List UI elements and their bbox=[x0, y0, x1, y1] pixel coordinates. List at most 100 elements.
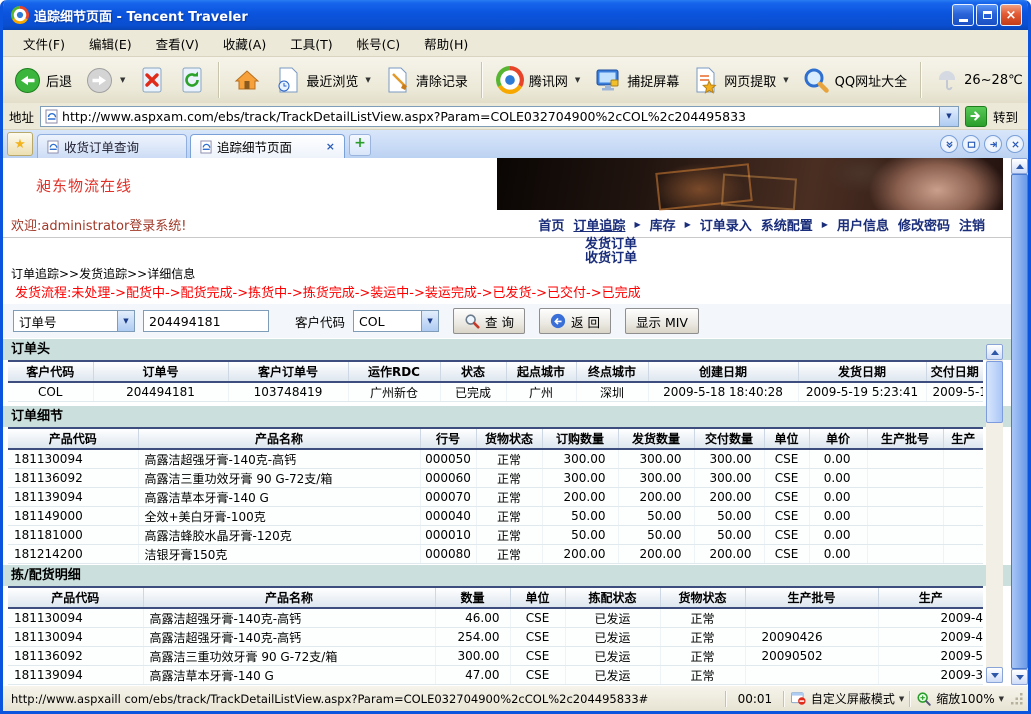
nav-order-entry[interactable]: 订单录入 bbox=[700, 215, 752, 234]
cell: 200.00 bbox=[694, 545, 764, 564]
return-button[interactable]: 返 回 bbox=[539, 308, 611, 334]
restore-button[interactable] bbox=[976, 4, 998, 26]
menu-tools[interactable]: 工具(T) bbox=[278, 31, 344, 56]
favorites-button[interactable]: ★ bbox=[7, 132, 33, 156]
resize-grip[interactable] bbox=[1010, 692, 1024, 706]
menu-edit[interactable]: 编辑(E) bbox=[77, 31, 144, 56]
nav-system-config[interactable]: 系统配置 bbox=[761, 215, 813, 234]
block-mode-control[interactable]: 自定义屏蔽模式 ▼ bbox=[790, 690, 904, 707]
browser-scrollbar[interactable] bbox=[1011, 158, 1028, 685]
page-icon bbox=[47, 140, 59, 154]
cell: 181136092 bbox=[8, 647, 143, 666]
capture-screen-button[interactable]: 捕捉屏幕 bbox=[589, 64, 684, 97]
nav-user-info[interactable]: 用户信息 bbox=[837, 215, 889, 234]
zoom-control[interactable]: 缩放100% ▼ bbox=[916, 690, 1004, 707]
zoom-caret-icon[interactable]: ▼ bbox=[999, 695, 1004, 703]
customer-code-select[interactable]: COL ▼ bbox=[353, 310, 439, 332]
minimize-button[interactable] bbox=[952, 4, 974, 26]
col-header: 创建日期 bbox=[648, 361, 798, 382]
scroll-down-button[interactable] bbox=[1011, 669, 1028, 685]
toolbar-separator bbox=[481, 62, 483, 98]
restore-tab-button[interactable] bbox=[962, 135, 980, 153]
cell: COL bbox=[8, 382, 93, 402]
go-button[interactable] bbox=[965, 106, 987, 127]
block-mode-caret-icon[interactable]: ▼ bbox=[899, 695, 904, 703]
collapse-tabs-button[interactable] bbox=[940, 135, 958, 153]
cell: 181214200 bbox=[8, 545, 138, 564]
go-label[interactable]: 转到 bbox=[993, 107, 1018, 126]
menu-file[interactable]: 文件(F) bbox=[11, 31, 77, 56]
recent-button[interactable]: 最近浏览 ▼ bbox=[270, 63, 375, 97]
address-url[interactable]: http://www.aspxam.com/ebs/track/TrackDet… bbox=[62, 109, 939, 124]
close-tab-button[interactable] bbox=[1006, 135, 1024, 153]
tencent-caret-icon[interactable]: ▼ bbox=[575, 76, 580, 84]
menu-favorites[interactable]: 收藏(A) bbox=[211, 31, 278, 56]
menu-account[interactable]: 帐号(C) bbox=[345, 31, 412, 56]
search-button[interactable]: 查 询 bbox=[453, 308, 525, 334]
forward-caret-icon[interactable]: ▼ bbox=[120, 76, 125, 84]
nav-change-password[interactable]: 修改密码 bbox=[898, 215, 950, 234]
tab-receive-order-query[interactable]: 收货订单查询 bbox=[37, 134, 187, 158]
page-scrollbar[interactable] bbox=[986, 344, 1003, 683]
cell: 正常 bbox=[660, 647, 745, 666]
show-miv-button[interactable]: 显示 MIV bbox=[625, 308, 699, 334]
scrollbar-thumb[interactable] bbox=[1011, 174, 1028, 669]
clear-history-button[interactable]: 清除记录 bbox=[380, 63, 473, 97]
cell: 300.00 bbox=[694, 469, 764, 488]
table-row: 181136092高露洁三重功效牙膏 90 G-72支/箱000060正常300… bbox=[8, 469, 983, 488]
refresh-button[interactable] bbox=[174, 63, 210, 97]
cell: 洁银牙膏150克 bbox=[138, 545, 420, 564]
stop-button[interactable] bbox=[134, 63, 170, 97]
order-no-input[interactable] bbox=[143, 310, 269, 332]
page-extract-button[interactable]: 网页提取 ▼ bbox=[688, 63, 793, 97]
subnav-receive-orders[interactable]: 收货订单 bbox=[585, 252, 637, 266]
cell: CSE bbox=[510, 647, 565, 666]
cell: 181181000 bbox=[8, 526, 138, 545]
site-brand: 昶东物流在线 bbox=[36, 175, 132, 196]
scroll-up-button[interactable] bbox=[1011, 158, 1028, 174]
close-button[interactable]: × bbox=[1000, 4, 1022, 26]
tab-close-icon[interactable]: × bbox=[326, 140, 335, 153]
home-button[interactable] bbox=[228, 64, 266, 96]
return-icon bbox=[550, 313, 566, 329]
address-field[interactable]: http://www.aspxam.com/ebs/track/TrackDet… bbox=[40, 106, 959, 127]
pin-tab-button[interactable] bbox=[984, 135, 1002, 153]
tencent-site-button[interactable]: 腾讯网 ▼ bbox=[491, 63, 585, 97]
nav-home[interactable]: 首页 bbox=[538, 215, 564, 234]
status-divider bbox=[725, 691, 727, 707]
select-caret-icon[interactable]: ▼ bbox=[117, 311, 134, 331]
weather-indicator[interactable]: 26~28℃ bbox=[930, 64, 1028, 96]
scroll-up-button[interactable] bbox=[986, 344, 1003, 360]
order-header-table: 客户代码 订单号 客户订单号 运作RDC 状态 起点城市 终点城市 创建日期 发… bbox=[8, 360, 983, 402]
qq-sites-button[interactable]: QQ网址大全 bbox=[798, 64, 912, 97]
app-logo-icon bbox=[11, 6, 29, 24]
cell: 正常 bbox=[476, 507, 542, 526]
scroll-down-button[interactable] bbox=[986, 667, 1003, 683]
nav-order-track[interactable]: 订单追踪 bbox=[573, 215, 625, 234]
cell: 高露洁草本牙膏-140 G bbox=[143, 666, 435, 685]
tab-label: 追踪细节页面 bbox=[217, 137, 292, 156]
menu-view[interactable]: 查看(V) bbox=[144, 31, 211, 56]
col-header: 单位 bbox=[510, 587, 565, 608]
address-dropdown-icon[interactable]: ▼ bbox=[939, 107, 958, 126]
clear-label: 清除记录 bbox=[416, 71, 468, 90]
back-button[interactable]: 后退 bbox=[9, 64, 77, 97]
cell: 2009-4 bbox=[878, 628, 983, 647]
subnav-ship-orders[interactable]: 发货订单 bbox=[585, 238, 637, 252]
nav-logout[interactable]: 注销 bbox=[959, 215, 985, 234]
col-header: 拣配状态 bbox=[565, 587, 660, 608]
menu-help[interactable]: 帮助(H) bbox=[412, 31, 480, 56]
forward-button[interactable]: ▼ bbox=[81, 64, 130, 97]
order-field-select[interactable]: 订单号 ▼ bbox=[13, 310, 135, 332]
extract-caret-icon[interactable]: ▼ bbox=[783, 76, 788, 84]
zoom-icon bbox=[916, 691, 932, 707]
scrollbar-thumb[interactable] bbox=[986, 361, 1003, 423]
tab-track-detail[interactable]: 追踪细节页面 × bbox=[190, 134, 345, 158]
cell: 正常 bbox=[476, 488, 542, 507]
recent-caret-icon[interactable]: ▼ bbox=[365, 76, 370, 84]
new-tab-button[interactable]: + bbox=[349, 134, 371, 156]
block-mode-label: 自定义屏蔽模式 bbox=[811, 690, 895, 707]
cell: 正常 bbox=[660, 628, 745, 647]
select-caret-icon[interactable]: ▼ bbox=[421, 311, 438, 331]
nav-inventory[interactable]: 库存 bbox=[650, 215, 676, 234]
